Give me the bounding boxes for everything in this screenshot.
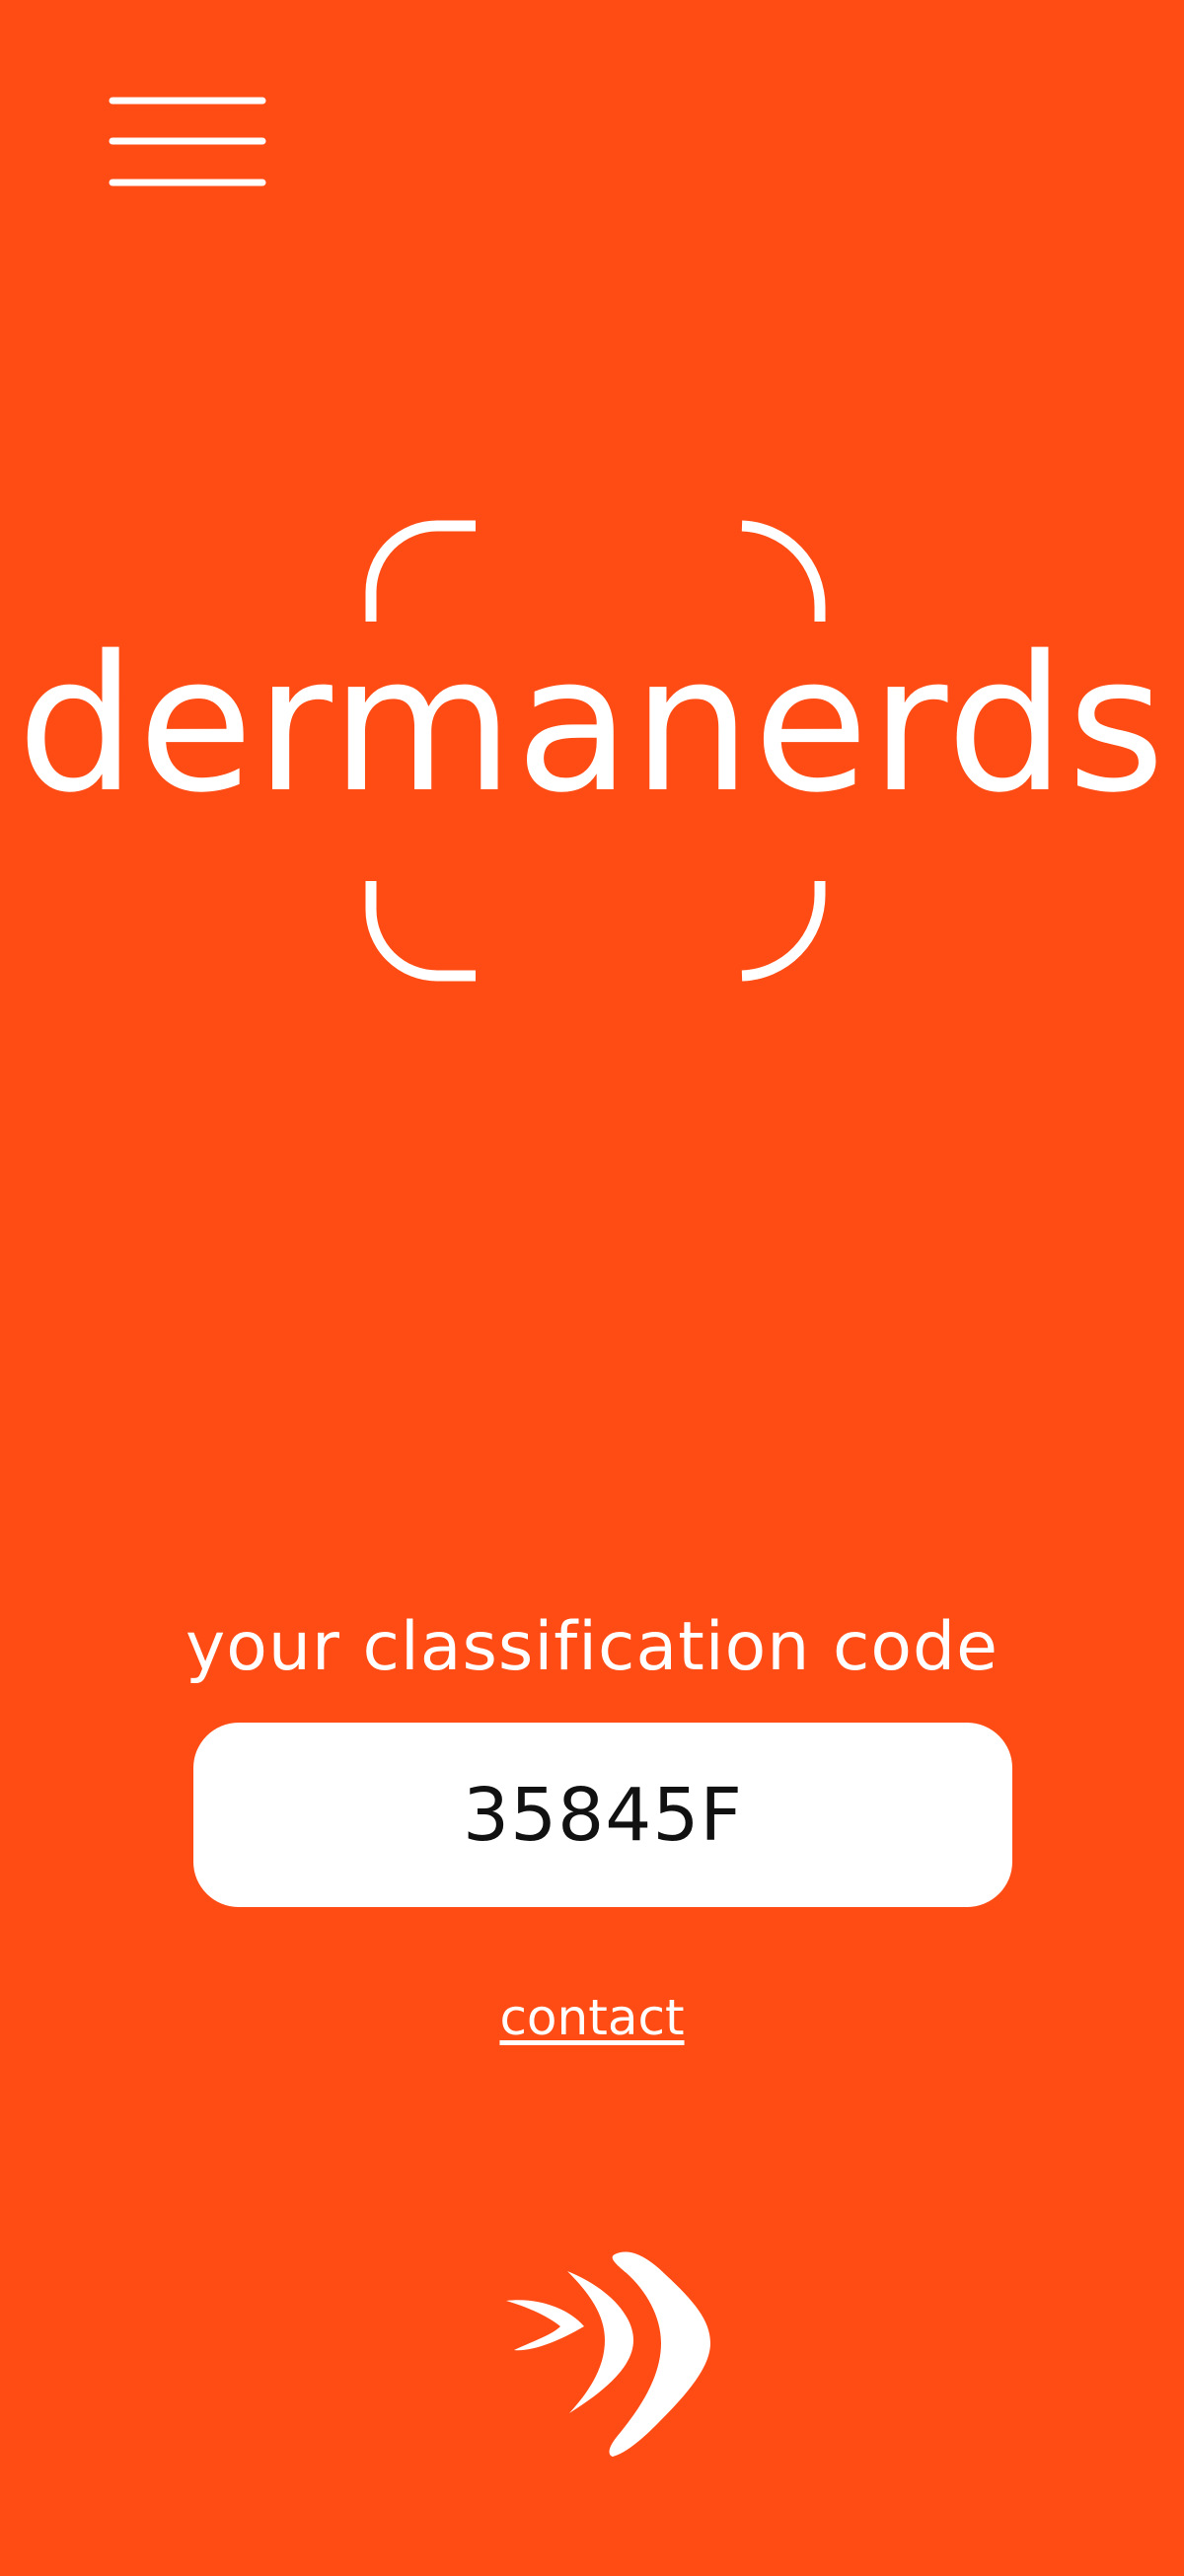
hamburger-menu-icon bbox=[109, 97, 266, 186]
brand-name: dermanerds bbox=[17, 616, 1167, 834]
next-button[interactable] bbox=[498, 2249, 725, 2466]
double-chevron-right-icon bbox=[506, 2251, 710, 2457]
classification-code-box: 35845F bbox=[193, 1723, 1012, 1907]
app-screen: dermanerds your classification code 3584… bbox=[0, 0, 1184, 2576]
contact-link[interactable]: contact bbox=[0, 1983, 1184, 2052]
classification-code-label: your classification code bbox=[185, 1608, 999, 1686]
menu-button[interactable] bbox=[99, 89, 271, 197]
classification-code-value: 35845F bbox=[463, 1772, 743, 1858]
